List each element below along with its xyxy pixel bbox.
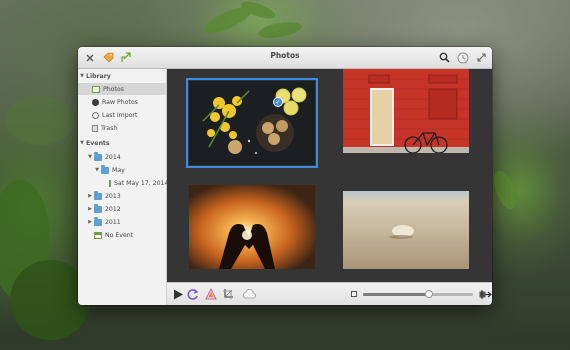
sidebar-item-label: Raw Photos xyxy=(102,98,138,106)
event-year-2012[interactable]: ▶ 2012 xyxy=(78,203,166,215)
enhance-icon xyxy=(205,288,217,300)
chevron-right-icon: ▶ xyxy=(88,206,92,212)
last-import-icon xyxy=(92,111,99,119)
enhance-button[interactable] xyxy=(204,287,218,301)
clock-icon xyxy=(457,52,468,63)
event-year-2013[interactable]: ▶ 2013 xyxy=(78,190,166,202)
event-label: 2012 xyxy=(105,205,121,213)
photo-thumbnail[interactable] xyxy=(343,69,469,153)
sidebar-item-trash[interactable]: Trash xyxy=(78,122,166,134)
fullscreen-button[interactable] xyxy=(474,50,489,65)
sidebar-item-photos[interactable]: Photos xyxy=(78,83,166,95)
sidebar: ▼ Library Photos Raw Photos Last Import … xyxy=(78,69,169,305)
chevron-down-icon: ▼ xyxy=(95,167,99,173)
event-no-event[interactable]: No Event xyxy=(78,229,166,241)
sidebar-item-label: Photos xyxy=(103,85,124,93)
event-day-may-17[interactable]: Sat May 17, 2014 xyxy=(78,177,169,189)
calendar-icon xyxy=(109,179,111,187)
photo-thumbnail[interactable] xyxy=(343,191,469,275)
titlebar: Photos xyxy=(78,47,492,69)
search-button[interactable] xyxy=(437,50,452,65)
zoom-out-icon xyxy=(351,291,357,297)
red-wall-bicycle-photo xyxy=(343,69,469,153)
folder-icon xyxy=(94,151,102,161)
sidebar-toggle-icon xyxy=(480,289,492,299)
sidebar-toggle-button[interactable] xyxy=(480,287,492,301)
zoom-out-button[interactable] xyxy=(350,287,358,301)
photo-thumbnail[interactable] xyxy=(189,185,315,269)
zoom-slider-handle[interactable] xyxy=(425,290,433,298)
library-header[interactable]: ▼ Library xyxy=(78,70,166,82)
window-title: Photos xyxy=(270,51,300,60)
event-label: No Event xyxy=(105,231,134,239)
history-button[interactable] xyxy=(455,50,470,65)
crop-button[interactable] xyxy=(221,287,235,301)
photos-icon xyxy=(92,85,100,93)
chevron-right-icon: ▶ xyxy=(88,219,92,225)
crop-icon xyxy=(223,289,233,299)
flowers-lemons-photo xyxy=(189,81,315,165)
sidebar-item-label: Trash xyxy=(101,124,118,132)
expand-icon xyxy=(477,53,486,62)
zoom-slider-fill xyxy=(363,293,429,296)
folder-icon xyxy=(94,216,102,226)
photos-window: Photos ▼ Library Photos Raw Photos Last … xyxy=(78,47,492,305)
chevron-right-icon: ▶ xyxy=(88,193,92,199)
seashell-beach-photo xyxy=(343,191,469,269)
event-year-2014[interactable]: ▼ 2014 xyxy=(78,151,166,163)
event-label: 2011 xyxy=(105,218,121,226)
event-year-2011[interactable]: ▶ 2011 xyxy=(78,216,166,228)
rotate-icon xyxy=(187,289,199,300)
event-label: 2013 xyxy=(105,192,121,200)
event-month-may[interactable]: ▼ May xyxy=(78,164,166,176)
zoom-slider[interactable] xyxy=(363,290,473,298)
bottom-toolbar xyxy=(167,282,492,305)
sidebar-item-raw-photos[interactable]: Raw Photos xyxy=(78,96,166,108)
chevron-down-icon: ▼ xyxy=(88,154,92,160)
heart-hands-sunset-photo xyxy=(189,185,315,269)
rotate-button[interactable] xyxy=(186,287,200,301)
photo-thumbnail[interactable] xyxy=(186,78,318,168)
trash-icon xyxy=(92,124,98,132)
event-label: Sat May 17, 2014 xyxy=(114,179,169,187)
chevron-down-icon: ▼ xyxy=(80,140,84,146)
search-icon xyxy=(439,52,450,63)
calendar-icon xyxy=(94,231,102,239)
chevron-down-icon: ▼ xyxy=(80,73,84,79)
event-label: 2014 xyxy=(105,153,121,161)
slideshow-button[interactable] xyxy=(172,287,184,301)
upload-button[interactable] xyxy=(241,287,257,301)
folder-icon xyxy=(101,164,109,174)
sidebar-item-last-import[interactable]: Last Import xyxy=(78,109,166,121)
event-label: May xyxy=(112,166,125,174)
photo-grid: ✓ xyxy=(167,69,492,282)
selected-check-icon: ✓ xyxy=(273,97,283,107)
events-label: Events xyxy=(86,139,110,147)
play-icon xyxy=(173,289,183,299)
raw-photos-icon xyxy=(92,98,99,106)
library-label: Library xyxy=(86,72,111,80)
folder-icon xyxy=(94,190,102,200)
sidebar-item-label: Last Import xyxy=(102,111,138,119)
cloud-icon xyxy=(243,289,256,299)
events-header[interactable]: ▼ Events xyxy=(78,137,166,149)
folder-icon xyxy=(94,203,102,213)
